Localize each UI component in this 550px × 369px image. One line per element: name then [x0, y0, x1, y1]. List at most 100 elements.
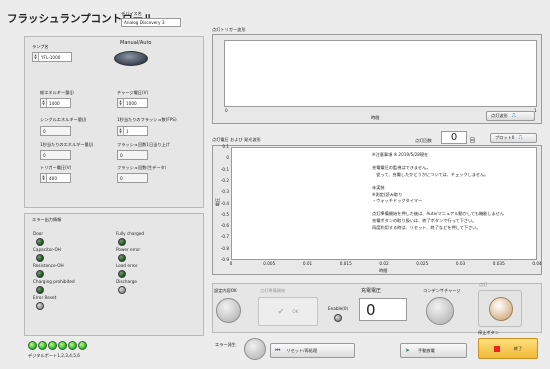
status-label: Power error [116, 247, 141, 252]
prep-ok-label: OK [292, 309, 299, 314]
error-label: Charging prohibited [33, 279, 75, 284]
x-tick-label: 0.005 [263, 261, 276, 266]
enable-indicator [334, 314, 342, 322]
enable-label: Enable(0) [328, 306, 349, 311]
error-indicator [36, 270, 44, 278]
status-indicator [118, 286, 126, 294]
voltage-x-axis-label: 時間 [379, 268, 388, 273]
flash-total-field: 0 [117, 173, 148, 183]
flash-count-label: 点灯回数 [415, 138, 432, 143]
reset-button-label: リセット/再処理 [286, 347, 318, 353]
condenser-charge-button[interactable] [426, 297, 454, 325]
x-tick-label: 0.02 [379, 261, 389, 266]
stop-icon [493, 345, 500, 352]
fire-button[interactable] [478, 290, 522, 327]
y-tick-label: -0.8 [220, 245, 229, 251]
status-indicator [118, 238, 126, 246]
flash-count-display: 0 [441, 131, 467, 144]
error-label: エラー発生 [215, 342, 236, 347]
note-line [372, 178, 537, 185]
digital-port-led [68, 341, 77, 350]
error-label: Capacitor-OH [33, 247, 61, 252]
voltage-notes: ※注意事項 ※ 2019/5/28現在 充電電圧の監視はできません。 従って、充電… [372, 152, 537, 231]
trigger-voltage-field[interactable]: ▲ ▼ 400 [40, 173, 71, 183]
error-indicator [36, 238, 44, 246]
x-tick-label: 0.04 [532, 261, 542, 266]
device-value: Analog Discovery 3 [124, 20, 165, 25]
trigger-graph-title: 点灯トリガー波形 [212, 27, 246, 32]
manual-discharge-button[interactable]: ➤ 手動放電 [400, 343, 467, 358]
error-indicator [244, 338, 266, 360]
manual-discharge-label: 手動放電 [418, 347, 435, 353]
single-energy-field: 0 [40, 126, 71, 136]
charge-voltage-display: 0 [359, 298, 407, 321]
charge-voltage-field[interactable]: ▲ ▼ 1000 [117, 98, 148, 108]
x-tick-label: 0.01 [302, 261, 313, 266]
x-tick-label: 0.03 [455, 261, 466, 266]
waveform-icon: ⎍ [518, 134, 523, 141]
x-tick-label: 0.015 [339, 261, 352, 266]
flash-total-label: フラッシュ回数(生データ) [117, 165, 167, 170]
check-icon: ✔ [277, 307, 285, 316]
trigger-waveform-button[interactable]: 点灯波形 ⎍ [486, 111, 535, 121]
device-label: デバイス名 [121, 11, 142, 16]
input-energy-field[interactable]: ▲ ▼ 1400 [40, 98, 71, 108]
y-tick-label: -0.5 [220, 211, 229, 217]
settings-ok-button[interactable] [216, 298, 241, 323]
charge-voltage-display-label: 充電電圧 [361, 288, 382, 294]
device-select[interactable]: Analog Discovery 3 [121, 18, 181, 27]
note-line: ・ウォッチドッグタイマー [372, 198, 423, 204]
trigger-x-start: 0 [225, 108, 228, 113]
single-energy-label: シングルエネルギー量(J) [40, 117, 87, 122]
digital-port-led [48, 341, 57, 350]
prep-ok-button[interactable]: ✔ OK [258, 297, 318, 326]
digital-port-led [38, 341, 47, 350]
plot-select-label: プロット0 [495, 135, 515, 140]
end-button-label: 終了 [513, 345, 523, 351]
end-button[interactable]: 終了 [478, 338, 538, 359]
condenser-label: コンデンサチャージ [423, 288, 461, 293]
voltage-graph-title: 点灯電圧 および 発光波形 [212, 137, 261, 142]
status-label: Fully charged [116, 231, 145, 236]
note-line: 従って、充電したかどうかについては、チェックしません。 [372, 171, 489, 177]
x-tick-label: 0.025 [416, 261, 429, 266]
digital-port-led [28, 341, 37, 350]
settings-ok-label: 設定内容OK [214, 288, 237, 293]
manual-auto-label: Manual/Auto [120, 40, 152, 46]
flash-count-unit: 回 [470, 138, 476, 144]
status-indicator [118, 254, 126, 262]
error-indicator [36, 286, 44, 294]
y-tick-label: -0.2 [220, 177, 229, 183]
prep-label: 点灯準備開始 [260, 288, 286, 293]
arrow-icon: ➤ [405, 347, 411, 354]
y-tick-label: -0.3 [220, 189, 229, 195]
status-indicator [118, 270, 126, 278]
note-line: 充電ボタンの取り扱いは、終了ボタンで行って下さい。 [372, 217, 477, 223]
error-panel [24, 213, 204, 336]
fire-lamp-icon [489, 297, 513, 321]
y-tick-label: -0.1 [220, 166, 229, 172]
flash-per-sec-field[interactable]: ▲ ▼ 1 [117, 126, 148, 136]
plot-select-button[interactable]: プロット0 ⎍ [490, 133, 537, 143]
note-line: 未実装 [372, 184, 385, 190]
y-tick-label: -0.4 [220, 200, 229, 206]
status-label: Discharge [116, 279, 137, 284]
error-panel-title: エラー出力情報 [32, 217, 62, 222]
trigger-graph-plot[interactable] [224, 40, 537, 107]
status-label: Load error [116, 263, 138, 268]
y-tick-label: 0.1 [222, 144, 229, 149]
note-line: ※注意事項 ※ 2019/5/28現在 [372, 152, 429, 157]
error-reset-button[interactable] [36, 302, 44, 310]
digital-port-label: デジタルポート1,2,3,4,5,6 [28, 353, 80, 358]
energy-per-sec-field: 0 [40, 150, 71, 160]
lamp-name-field[interactable]: ▲ ▼ YFL-1000 [32, 52, 72, 62]
reset-button[interactable]: ⏮ リセット/再処理 [270, 343, 355, 358]
trigger-waveform-label: 点灯波形 [491, 113, 508, 118]
error-label: Door [33, 231, 44, 236]
manual-auto-toggle[interactable] [114, 51, 148, 66]
note-line: 充電電圧の監視はできません。 [372, 165, 431, 171]
flash-per-sec-label: 1秒当たりのフラッシュ数(FPS) [117, 117, 177, 122]
x-tick-label: 0 [229, 261, 233, 266]
note-line: 再度利用する時は、リセット、終了などを押して下さい。 [372, 224, 481, 230]
error-indicator [36, 254, 44, 262]
